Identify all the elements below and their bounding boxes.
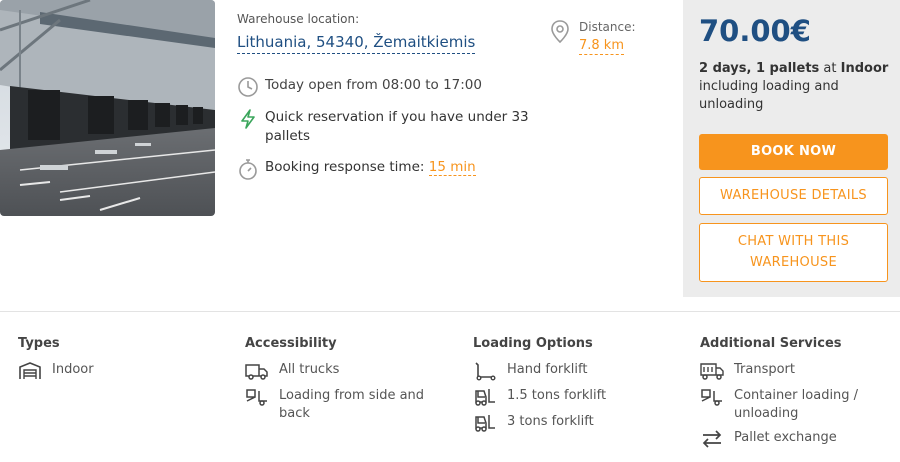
loading-side-icon [246,389,267,406]
list-item: Hand forklift [473,361,673,381]
types-item-indoor: Indoor [52,362,94,377]
loading-options-title: Loading Options [473,336,593,351]
list-item: All trucks [245,361,445,381]
clock-icon [238,77,258,97]
additional-item-container: Container loading / unloading [734,388,859,421]
distance-value[interactable]: 7.8 km [579,38,624,55]
accessibility-title: Accessibility [245,336,337,351]
additional-item-pallet-exchange: Pallet exchange [734,430,837,445]
booking-response: Booking response time: 15 min [237,158,476,180]
forklift-icon [475,389,495,406]
location-link[interactable]: Lithuania, 54340, Žemaitkiemis [237,33,476,54]
opening-hours-text: Today open from 08:00 to 17:00 [265,77,482,93]
exchange-arrows-icon [702,430,722,448]
hand-forklift-icon [475,362,496,381]
price-description: 2 days, 1 pallets at Indoor including lo… [699,60,889,114]
accessibility-item-side-back: Loading from side and back [279,388,425,421]
warehouse-photo[interactable] [0,0,215,216]
divider [0,311,900,312]
additional-item-transport: Transport [734,362,796,377]
price-type: Indoor [840,61,889,76]
list-item: Indoor [18,361,94,381]
lightning-icon [241,109,255,129]
warehouse-details-button[interactable]: WAREHOUSE DETAILS [699,177,888,215]
list-item: Transport [700,361,895,381]
forklift-icon [475,415,495,432]
types-title: Types [18,336,60,351]
warehouse-icon [19,362,41,379]
additional-services-section: Additional Services Transport Container … [700,336,895,455]
accessibility-section: Accessibility All trucks Loading from si… [245,336,445,429]
list-item: Container loading / unloading [700,387,895,423]
map-pin-icon [551,20,569,44]
price-rest: including loading and unloading [699,79,839,112]
quick-reservation-text: Quick reservation if you have under 33 p… [265,109,529,144]
container-loading-icon [701,389,722,406]
list-item: 1.5 tons forklift [473,387,673,407]
loading-item-hand-forklift: Hand forklift [507,362,588,377]
accessibility-item-all-trucks: All trucks [279,362,340,377]
list-item: Pallet exchange [700,429,895,449]
truck-icon [245,364,268,380]
additional-services-title: Additional Services [700,336,842,351]
warehouse-info: Warehouse location: Lithuania, 54340, Že… [237,12,677,180]
quick-reservation: Quick reservation if you have under 33 p… [237,108,537,146]
price: 70.00€ [699,14,811,48]
price-at: at [819,61,841,76]
types-section: Types Indoor [18,336,94,387]
price-days: 2 days [699,61,747,76]
opening-hours: Today open from 08:00 to 17:00 [237,76,482,98]
booking-response-value[interactable]: 15 min [428,159,476,176]
price-pallets: 1 pallets [755,61,820,76]
distance-label: Distance: [579,20,636,34]
price-sep: , [746,61,756,76]
loading-item-1-5-tons: 1.5 tons forklift [507,388,607,403]
booking-response-label: Booking response time: [265,159,425,175]
chat-button[interactable]: CHAT WITH THIS WAREHOUSE [699,223,888,282]
stopwatch-icon [239,159,257,180]
list-item: 3 tons forklift [473,413,673,433]
loading-options-section: Loading Options Hand forklift 1.5 tons f… [473,336,673,439]
loading-item-3-tons: 3 tons forklift [507,414,594,429]
price-panel: 70.00€ 2 days, 1 pallets at Indoor inclu… [683,0,900,297]
transport-truck-icon [700,363,724,380]
book-now-button[interactable]: BOOK NOW [699,134,888,170]
list-item: Loading from side and back [245,387,445,423]
